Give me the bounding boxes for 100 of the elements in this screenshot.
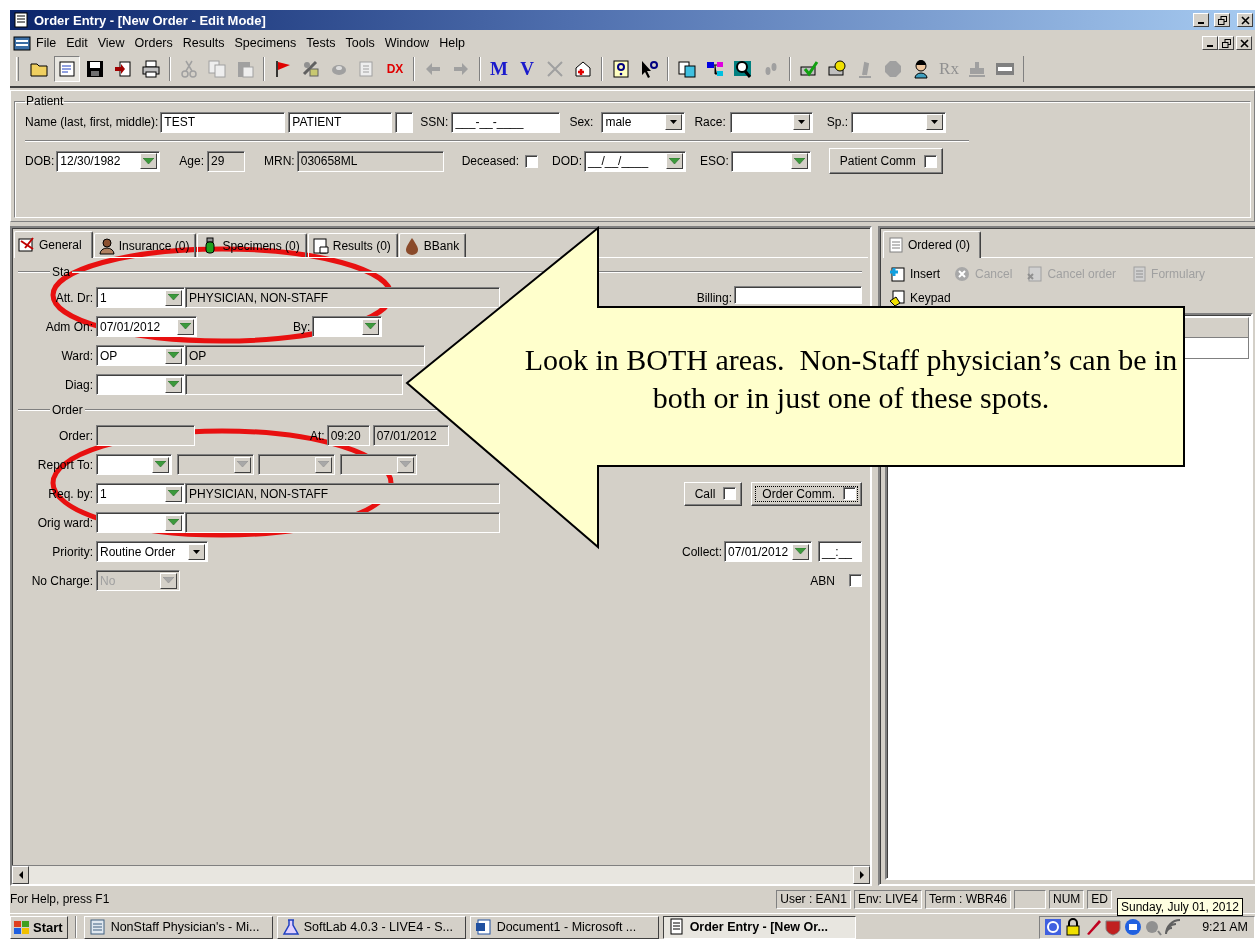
house-plus-icon[interactable] xyxy=(573,59,593,79)
billing-field[interactable] xyxy=(734,286,862,304)
person-icon[interactable] xyxy=(911,59,931,79)
menu-item[interactable]: Orders xyxy=(129,36,178,50)
dropdown-field[interactable] xyxy=(730,150,811,172)
toolbar-button[interactable]: M xyxy=(485,58,513,80)
tab[interactable]: Results (0) xyxy=(307,233,398,257)
minimize-button[interactable] xyxy=(1193,13,1209,27)
menu-item[interactable]: View xyxy=(92,36,130,50)
tab-icon xyxy=(97,236,116,255)
toolbar-button[interactable]: V xyxy=(513,58,541,80)
checkbox[interactable] xyxy=(525,154,539,168)
restore-button[interactable] xyxy=(1214,13,1230,27)
horizontal-scrollbar[interactable] xyxy=(12,865,870,884)
dropdown-field[interactable] xyxy=(340,454,417,475)
order-comm-button[interactable]: Order Comm. xyxy=(751,481,862,506)
restore-button[interactable] xyxy=(1218,36,1234,50)
dropdown-field[interactable] xyxy=(96,374,185,395)
dropdown-field[interactable] xyxy=(851,111,947,133)
minimize-button[interactable] xyxy=(1202,36,1218,50)
checkbox[interactable] xyxy=(849,574,862,587)
tab[interactable]: Ordered (0) xyxy=(883,231,982,258)
tab[interactable]: BBank xyxy=(398,233,467,257)
taskbar-button[interactable]: Order Entry - [New Or... xyxy=(662,915,856,939)
text-field[interactable]: ___-__-____ xyxy=(451,111,561,133)
text-field[interactable]: PHYSICIAN, NON-STAFF xyxy=(185,483,500,504)
status-panel xyxy=(1014,889,1046,909)
edit-toggle-button[interactable] xyxy=(54,56,80,82)
taskbar-button[interactable]: SoftLab 4.0.3 - LIVE4 - S... xyxy=(276,915,466,939)
app-icon[interactable] xyxy=(13,34,31,52)
dropdown-field[interactable]: 1 xyxy=(96,483,185,504)
globe-icon[interactable] xyxy=(1044,918,1063,936)
dropdown-field[interactable] xyxy=(312,316,383,337)
pointer-help-icon[interactable] xyxy=(639,59,659,79)
text-field[interactable]: TEST xyxy=(160,111,286,133)
hierarchy-icon[interactable] xyxy=(705,59,725,79)
dropdown-field[interactable]: 07/01/2012 xyxy=(724,541,812,562)
dropdown-field[interactable]: male xyxy=(601,111,686,133)
close-button[interactable] xyxy=(1236,36,1252,50)
text-field[interactable] xyxy=(185,374,403,395)
text-field[interactable]: 09:20 xyxy=(326,425,370,446)
call-button[interactable]: Call xyxy=(683,481,743,506)
dropdown-field[interactable]: __/__/____ xyxy=(584,150,687,172)
window-badge-icon[interactable] xyxy=(1124,918,1143,936)
magnifier-icon[interactable] xyxy=(733,59,753,79)
dropdown-field[interactable]: Routine Order xyxy=(96,541,208,562)
menu-item[interactable]: Specimens xyxy=(229,36,302,50)
patient-comm-button[interactable]: Patient Comm xyxy=(828,148,943,174)
tab[interactable]: General xyxy=(14,231,93,258)
export-icon[interactable] xyxy=(113,59,133,79)
text-field[interactable]: __:__ xyxy=(818,541,862,562)
lock-icon[interactable] xyxy=(1064,918,1083,936)
taskbar-button[interactable]: NonStaff Physician's - Mi... xyxy=(83,915,273,939)
dropdown-field[interactable]: 07/01/2012 xyxy=(96,316,197,337)
text-field[interactable] xyxy=(395,111,414,133)
text-field[interactable] xyxy=(96,425,195,446)
text-field[interactable]: 29 xyxy=(207,150,246,172)
date-field[interactable]: 07/01/2012 xyxy=(372,425,449,446)
insert-button[interactable]: Insert xyxy=(889,265,940,283)
checkbox[interactable] xyxy=(723,487,737,500)
dropdown-field[interactable] xyxy=(729,111,813,133)
menu-item[interactable]: Window xyxy=(379,36,435,50)
save-icon[interactable] xyxy=(85,59,105,79)
dropdown-field[interactable]: 12/30/1982 xyxy=(56,150,161,172)
checkbox[interactable] xyxy=(923,154,937,168)
shield-icon[interactable] xyxy=(1104,918,1123,936)
checkbox[interactable] xyxy=(843,487,856,500)
pen-icon[interactable] xyxy=(1084,918,1103,936)
text-field[interactable] xyxy=(185,512,500,533)
printer-check-icon[interactable] xyxy=(799,59,819,79)
clipboard-icon[interactable] xyxy=(235,59,255,79)
left-scroll-button[interactable] xyxy=(12,866,29,884)
close-button[interactable] xyxy=(1237,13,1253,27)
right-scroll-button[interactable] xyxy=(853,866,870,884)
left-arrow-icon xyxy=(17,871,24,879)
text-field[interactable]: 030658ML xyxy=(296,150,444,172)
menu-item[interactable]: File xyxy=(31,36,62,50)
documents-icon[interactable] xyxy=(677,59,697,79)
menu-item[interactable]: Edit xyxy=(61,36,93,50)
text-field[interactable]: PATIENT xyxy=(288,111,393,133)
printer-alert-icon[interactable] xyxy=(827,59,847,79)
dropdown-field[interactable] xyxy=(96,454,172,475)
menu-item[interactable]: Results xyxy=(177,36,230,50)
network-icon[interactable] xyxy=(1164,918,1183,936)
text-field[interactable]: PHYSICIAN, NON-STAFF xyxy=(185,287,500,308)
start-button[interactable]: Start xyxy=(10,915,68,939)
dropdown-field[interactable]: 1 xyxy=(96,287,185,308)
menu-item[interactable]: Tools xyxy=(340,36,380,50)
dropdown-field[interactable] xyxy=(177,454,254,475)
dropdown-field[interactable] xyxy=(258,454,335,475)
menu-item[interactable]: Help xyxy=(434,36,470,50)
close-icon xyxy=(1240,15,1250,25)
taskbar-button[interactable]: Document1 - Microsoft ... xyxy=(469,915,659,939)
help-icon[interactable] xyxy=(611,59,631,79)
text-field[interactable]: OP xyxy=(185,345,425,366)
menu-item[interactable]: Tests xyxy=(301,36,341,50)
dropdown-field[interactable]: OP xyxy=(96,345,185,366)
dropdown-field[interactable] xyxy=(96,512,185,533)
keypad-button[interactable]: Keypad xyxy=(889,289,951,307)
printer-icon[interactable] xyxy=(141,59,161,79)
